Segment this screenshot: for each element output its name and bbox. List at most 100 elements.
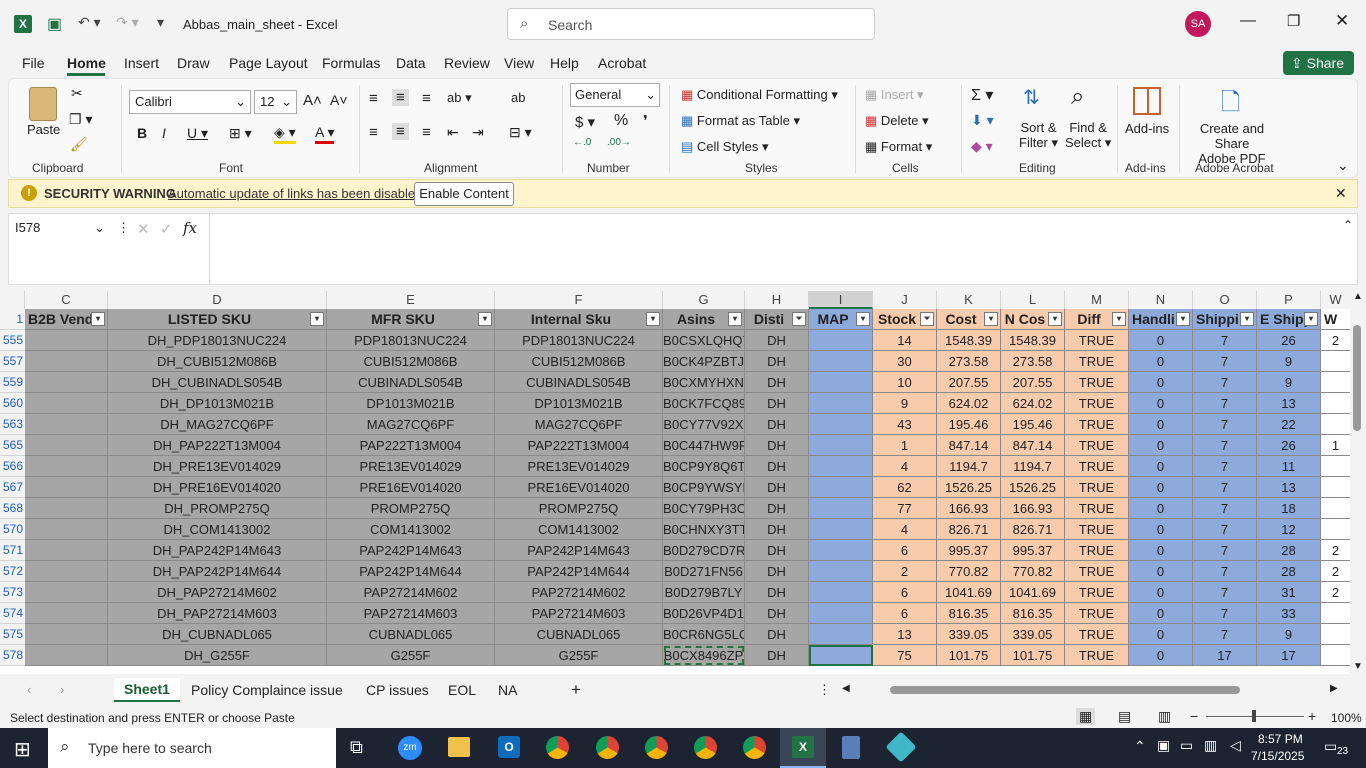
table-cell[interactable] bbox=[1321, 519, 1350, 540]
table-cell[interactable]: 0 bbox=[1129, 372, 1193, 393]
table-cell[interactable]: 9 bbox=[1257, 351, 1321, 372]
table-cell[interactable]: 0 bbox=[1129, 582, 1193, 603]
table-cell[interactable]: 101.75 bbox=[937, 645, 1001, 666]
format-cells-button[interactable]: ▦ Format ▾ bbox=[865, 139, 932, 155]
select-all-corner[interactable] bbox=[0, 291, 25, 309]
header-cell[interactable]: Disti ⏷ bbox=[745, 309, 809, 330]
table-cell[interactable]: 7 bbox=[1193, 393, 1257, 414]
table-cell[interactable]: DH_PAP222T13M004 bbox=[108, 435, 327, 456]
table-cell[interactable] bbox=[25, 624, 108, 645]
addins-button[interactable]: Add-ins bbox=[1125, 121, 1169, 136]
table-cell[interactable]: PDP18013NUC224 bbox=[327, 330, 495, 351]
redo-icon[interactable]: ↷ ▾ bbox=[116, 14, 139, 31]
normal-view-icon[interactable]: ▦ bbox=[1076, 708, 1096, 725]
formula-input[interactable] bbox=[209, 214, 1357, 284]
table-cell[interactable]: 43 bbox=[873, 414, 937, 435]
table-cell[interactable]: 0 bbox=[1129, 540, 1193, 561]
table-cell[interactable]: DH bbox=[745, 330, 809, 351]
table-cell[interactable]: DH bbox=[745, 540, 809, 561]
taskbar-search[interactable]: ⌕ Type here to search bbox=[48, 728, 336, 768]
chrome-icon[interactable] bbox=[546, 736, 569, 759]
table-cell[interactable]: 7 bbox=[1193, 603, 1257, 624]
font-name-select[interactable]: Calibri ⌄ bbox=[129, 90, 251, 114]
chrome-icon[interactable] bbox=[694, 736, 717, 759]
table-cell[interactable]: CUBINADLS054B bbox=[495, 372, 663, 393]
table-cell[interactable]: B0CY79PH3C bbox=[663, 498, 745, 519]
tab-acrobat[interactable]: Acrobat bbox=[598, 55, 646, 71]
table-cell[interactable]: 7 bbox=[1193, 519, 1257, 540]
table-cell[interactable] bbox=[25, 435, 108, 456]
fill-color-icon[interactable]: ◈ ▾ bbox=[274, 124, 296, 144]
filter-dropdown-icon[interactable]: ▾ bbox=[646, 312, 660, 326]
table-cell[interactable]: G255F bbox=[495, 645, 663, 666]
column-header[interactable]: M bbox=[1065, 291, 1129, 309]
table-cell[interactable]: 2 bbox=[1321, 582, 1350, 603]
table-cell[interactable]: 7 bbox=[1193, 582, 1257, 603]
row-header[interactable]: 559 bbox=[0, 372, 25, 393]
table-cell[interactable]: 28 bbox=[1257, 540, 1321, 561]
table-cell[interactable]: DH bbox=[745, 624, 809, 645]
table-cell[interactable]: 11 bbox=[1257, 456, 1321, 477]
vertical-scrollbar[interactable]: ▲ ▼ bbox=[1350, 291, 1366, 674]
table-cell[interactable]: 339.05 bbox=[1001, 624, 1065, 645]
sheet-tab-eol[interactable]: EOL bbox=[448, 682, 476, 698]
table-cell[interactable]: 195.46 bbox=[1001, 414, 1065, 435]
zoom-level[interactable]: 100% bbox=[1331, 711, 1362, 725]
collapse-ribbon-icon[interactable]: ⌄ bbox=[1337, 157, 1349, 174]
table-cell[interactable]: 6 bbox=[873, 603, 937, 624]
bold-icon[interactable]: B bbox=[137, 125, 147, 141]
row-header[interactable]: 566 bbox=[0, 456, 25, 477]
restore-icon[interactable]: ❐ bbox=[1287, 12, 1300, 30]
table-cell[interactable]: PRE13EV014029 bbox=[327, 456, 495, 477]
table-cell[interactable]: PAP27214M602 bbox=[327, 582, 495, 603]
column-header[interactable]: D bbox=[108, 291, 327, 309]
horizontal-scroll-thumb[interactable] bbox=[890, 686, 1240, 694]
table-cell[interactable]: G255F bbox=[327, 645, 495, 666]
table-cell[interactable]: TRUE bbox=[1065, 561, 1129, 582]
tab-draw[interactable]: Draw bbox=[177, 55, 210, 71]
filter-dropdown-icon[interactable]: ▾ bbox=[728, 312, 742, 326]
tab-formulas[interactable]: Formulas bbox=[322, 55, 380, 71]
table-cell[interactable]: 0 bbox=[1129, 414, 1193, 435]
filter-dropdown-icon[interactable]: ⏷ bbox=[920, 312, 934, 326]
add-sheet-icon[interactable]: + bbox=[571, 680, 581, 700]
table-cell[interactable]: 75 bbox=[873, 645, 937, 666]
table-cell[interactable]: DH bbox=[745, 645, 809, 666]
autosum-icon[interactable]: Σ ▾ bbox=[971, 85, 993, 105]
table-cell[interactable]: DH_CUBINADLS054B bbox=[108, 372, 327, 393]
table-cell[interactable]: 1548.39 bbox=[1001, 330, 1065, 351]
table-cell[interactable]: 1041.69 bbox=[1001, 582, 1065, 603]
table-cell[interactable]: DH bbox=[745, 351, 809, 372]
insert-cells-button[interactable]: ▦ Insert ▾ bbox=[865, 87, 924, 103]
header-cell[interactable]: Internal Sku ▾ bbox=[495, 309, 663, 330]
table-cell[interactable]: DH_DP1013M021B bbox=[108, 393, 327, 414]
column-header[interactable]: C bbox=[25, 291, 108, 309]
merge-center-icon[interactable]: ⊟ ▾ bbox=[509, 124, 532, 141]
battery-icon[interactable]: ▭ bbox=[1180, 737, 1193, 754]
comma-icon[interactable]: ❜ bbox=[643, 112, 648, 130]
share-button[interactable]: ⇪ Share bbox=[1283, 51, 1354, 75]
table-cell[interactable]: PAP27214M603 bbox=[495, 603, 663, 624]
table-cell[interactable] bbox=[809, 414, 873, 435]
header-cell[interactable]: Handli ▾ bbox=[1129, 309, 1193, 330]
table-cell[interactable]: 7 bbox=[1193, 372, 1257, 393]
row-header[interactable]: 555 bbox=[0, 330, 25, 351]
filter-dropdown-icon[interactable]: ▾ bbox=[1240, 312, 1254, 326]
table-cell[interactable]: DP1013M021B bbox=[495, 393, 663, 414]
row-header[interactable]: 1 bbox=[0, 309, 25, 330]
font-size-select[interactable]: 12 ⌄ bbox=[254, 90, 297, 114]
increase-font-icon[interactable]: A˄ bbox=[303, 92, 322, 109]
table-cell[interactable]: 826.71 bbox=[1001, 519, 1065, 540]
table-cell[interactable]: TRUE bbox=[1065, 414, 1129, 435]
table-cell[interactable]: PAP242P14M644 bbox=[495, 561, 663, 582]
table-cell[interactable]: PRE16EV014020 bbox=[495, 477, 663, 498]
network-icon[interactable]: ▥ bbox=[1204, 737, 1217, 754]
column-header[interactable]: L bbox=[1001, 291, 1065, 309]
zoom-in-icon[interactable]: + bbox=[1308, 708, 1316, 724]
currency-icon[interactable]: $ ▾ bbox=[575, 113, 595, 131]
table-cell[interactable]: TRUE bbox=[1065, 519, 1129, 540]
table-cell[interactable] bbox=[25, 372, 108, 393]
notification-count[interactable]: 23 bbox=[1336, 746, 1350, 757]
italic-icon[interactable]: I bbox=[162, 125, 166, 141]
table-cell[interactable]: 22 bbox=[1257, 414, 1321, 435]
